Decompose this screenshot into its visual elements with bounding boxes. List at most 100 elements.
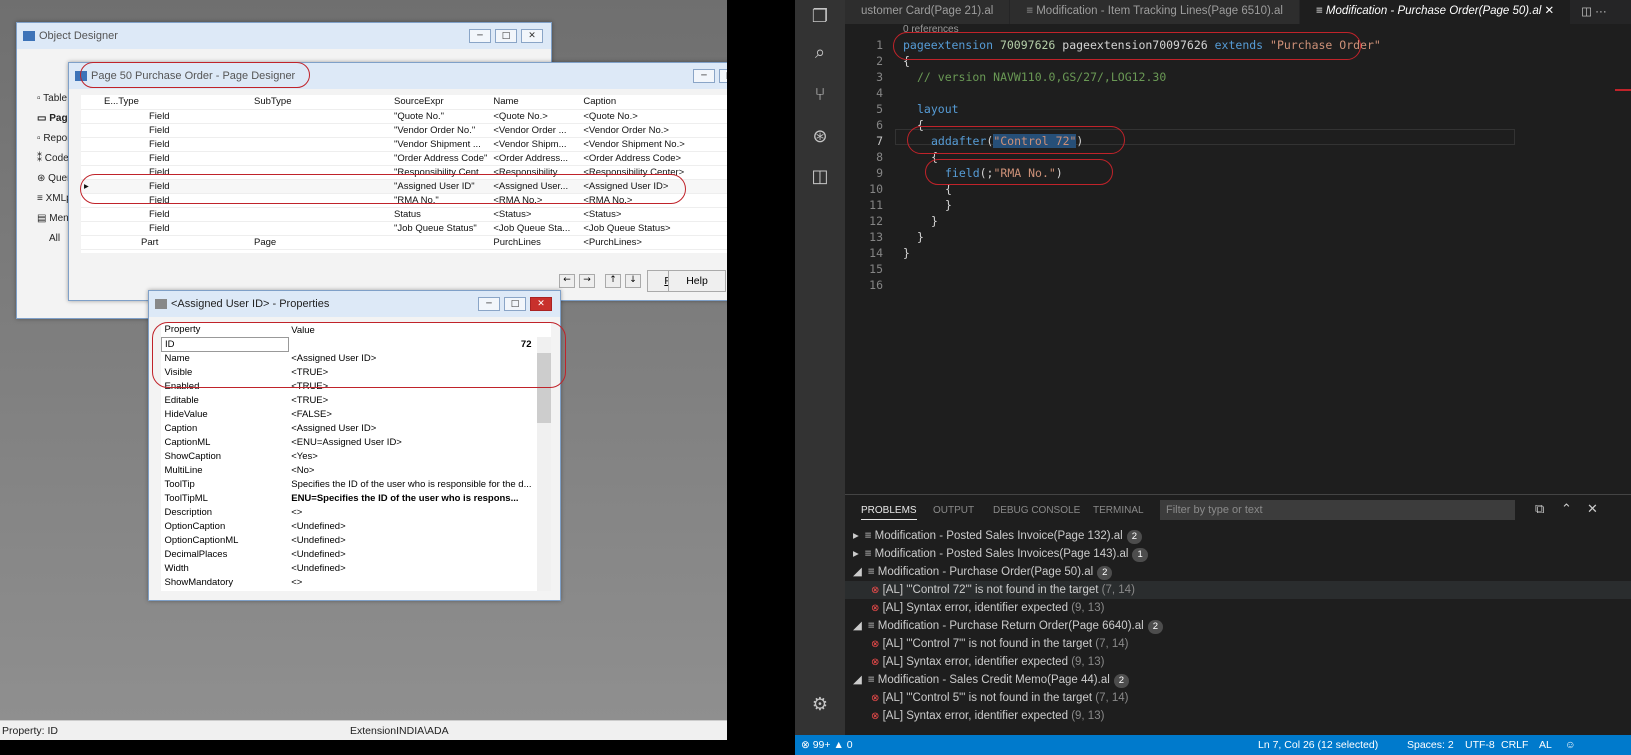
problems-filter-input[interactable]: Filter by type or text [1160, 500, 1515, 520]
cursor-position[interactable]: Ln 7, Col 26 (12 selected) [1258, 735, 1378, 755]
split-editor-icon[interactable]: ◫ ··· [1571, 0, 1617, 24]
tab-output[interactable]: OUTPUT [933, 505, 974, 516]
property-row[interactable]: Visible <TRUE> [162, 365, 535, 379]
property-row[interactable]: ToolTipML ENU=Specifies the ID of the use… [162, 491, 535, 505]
line-number: 11 [869, 198, 883, 212]
debug-icon[interactable]: ⊛ [809, 126, 831, 148]
tab-terminal[interactable]: TERMINAL [1093, 505, 1144, 516]
close-button[interactable]: ✕ [530, 297, 552, 311]
property-row[interactable]: Caption <Assigned User ID> [162, 421, 535, 435]
maximize-button[interactable]: □ [495, 29, 517, 43]
language-mode[interactable]: AL [1539, 735, 1552, 755]
tab-customer-card[interactable]: ustomer Card(Page 21).al [845, 0, 1011, 24]
problem-item[interactable]: ⊗ [AL] '"Control 7"' is not found in the… [845, 635, 1631, 653]
help-button[interactable]: Help [668, 270, 726, 292]
problem-group[interactable]: ◢ ≡ Modification - Sales Credit Memo(Page… [845, 671, 1631, 689]
overview-ruler-marker [1615, 89, 1631, 91]
control-row[interactable]: Part Page PurchLines <PurchLines> [81, 235, 727, 250]
problem-item[interactable]: ⊗ [AL] Syntax error, identifier expected… [845, 653, 1631, 671]
control-row[interactable]: Field Status <Status> <Status> [81, 207, 727, 222]
maximize-button[interactable]: □ [504, 297, 526, 311]
property-row-id[interactable]: ID 72 [161, 336, 535, 352]
property-row[interactable]: Enabled <TRUE> [162, 379, 535, 393]
collapse-icon: ◢ [853, 620, 862, 632]
line-number: 2 [876, 54, 883, 68]
nav-designer-screenshot: Object Designer ─ □ ✕ ▫ Table ▭ Page ▫ Rep… [0, 0, 727, 740]
minimize-button[interactable]: ─ [693, 69, 715, 83]
app-icon [23, 31, 35, 41]
property-row[interactable]: MultiLine <No> [162, 463, 535, 477]
control-row[interactable]: Field "Vendor Order No." <Vendor Order ...… [81, 123, 727, 138]
property-row[interactable]: DecimalPlaces <Undefined> [162, 547, 535, 561]
feedback-smiley-icon[interactable]: ☺ [1565, 735, 1576, 755]
problems-count[interactable]: ⊗ 99+ ▲ 0 [801, 735, 853, 755]
property-row[interactable]: ShowCaption <Yes> [162, 449, 535, 463]
code-line: } [903, 246, 910, 260]
control-row[interactable]: Field "Responsibility Cent... <Responsibil… [81, 165, 727, 180]
property-row[interactable]: Description <> [162, 505, 535, 519]
panel-tabs: PROBLEMS OUTPUT DEBUG CONSOLE TERMINAL F… [845, 495, 1631, 525]
move-left-button[interactable]: ← [559, 274, 575, 288]
close-panel-icon[interactable]: ✕ [1587, 501, 1598, 517]
problem-item[interactable]: ⊗ [AL] '"Control 5"' is not found in the… [845, 689, 1631, 707]
line-number: 3 [876, 70, 883, 84]
error-icon: ⊗ [871, 639, 880, 650]
collapse-all-icon[interactable]: ⧉ [1535, 501, 1544, 517]
control-row-selected[interactable]: ▸ Field "Assigned User ID" <Assigned User..… [81, 179, 727, 194]
tab-debug-console[interactable]: DEBUG CONSOLE [993, 505, 1080, 516]
control-row[interactable]: Field "Order Address Code" <Order Address.… [81, 151, 727, 166]
source-control-icon[interactable]: ⑂ [809, 84, 831, 106]
control-row[interactable]: Field "Quote No." <Quote No.> <Quote No.> [81, 109, 727, 124]
explorer-icon[interactable]: ❐ [809, 6, 831, 28]
problem-item[interactable]: ⊗ [AL] Syntax error, identifier expected… [845, 707, 1631, 725]
move-down-button[interactable]: ↓ [625, 274, 641, 288]
problem-item[interactable]: ⊗ [AL] '"Control 72"' is not found in th… [845, 581, 1631, 599]
move-right-button[interactable]: → [579, 274, 595, 288]
tab-problems[interactable]: PROBLEMS [861, 505, 917, 520]
control-row[interactable]: Field "Vendor Shipment ... <Vendor Shipm..… [81, 137, 727, 152]
maximize-panel-icon[interactable]: ⌃ [1561, 501, 1572, 517]
maximize-button[interactable]: □ [719, 69, 727, 83]
tab-purchase-order[interactable]: ≡ Modification - Purchase Order(Page 50)… [1299, 0, 1572, 24]
problem-item[interactable]: ⊗ [AL] Syntax error, identifier expected… [845, 599, 1631, 617]
property-row[interactable]: HideValue <FALSE> [162, 407, 535, 421]
problem-group[interactable]: ◢ ≡ Modification - Purchase Return Order(… [845, 617, 1631, 635]
close-button[interactable]: ✕ [521, 29, 543, 43]
code-editor[interactable]: 0 references 1 pageextension 70097626 pa… [845, 24, 1631, 494]
close-tab-icon[interactable]: ✕ [1544, 5, 1554, 17]
settings-gear-icon[interactable]: ⚙ [809, 694, 831, 716]
property-row[interactable]: Editable <TRUE> [162, 393, 535, 407]
property-row[interactable]: Name <Assigned User ID> [162, 351, 535, 365]
error-icon: ⊗ [871, 711, 880, 722]
search-icon[interactable]: ⌕ [809, 42, 831, 64]
line-number: 7 [876, 134, 883, 148]
problem-group[interactable]: ▸ ≡ Modification - Posted Sales Invoices(… [845, 545, 1631, 563]
property-row[interactable]: Width <Undefined> [162, 561, 535, 575]
property-row[interactable]: ShowMandatory <> [162, 575, 535, 589]
encoding[interactable]: UTF-8 [1465, 735, 1495, 755]
line-number: 10 [869, 182, 883, 196]
scrollbar-thumb[interactable] [537, 353, 551, 423]
vertical-scrollbar[interactable] [537, 337, 551, 591]
minimize-button[interactable]: ─ [469, 29, 491, 43]
property-row[interactable]: OptionCaptionML <Undefined> [162, 533, 535, 547]
codelens-references[interactable]: 0 references [903, 24, 959, 35]
tab-item-tracking-lines[interactable]: ≡ Modification - Item Tracking Lines(Pag… [1010, 0, 1300, 24]
bottom-panel: PROBLEMS OUTPUT DEBUG CONSOLE TERMINAL F… [845, 494, 1631, 735]
extensions-icon[interactable]: ◫ [809, 166, 831, 188]
line-number: 13 [869, 230, 883, 244]
minimize-button[interactable]: ─ [478, 297, 500, 311]
indentation[interactable]: Spaces: 2 [1407, 735, 1454, 755]
problem-group[interactable]: ◢ ≡ Modification - Purchase Order(Page 50… [845, 563, 1631, 581]
problem-group[interactable]: ▸ ≡ Modification - Posted Sales Invoice(P… [845, 527, 1631, 545]
properties-grid: Property Value ID 72 Name <Assigned User ID… [161, 323, 551, 591]
page-designer-titlebar[interactable]: Page 50 Purchase Order - Page Designer [69, 63, 727, 89]
property-row[interactable]: OptionCaption <Undefined> [162, 519, 535, 533]
line-ending[interactable]: CRLF [1501, 735, 1528, 755]
control-row[interactable]: Field "Job Queue Status" <Job Queue Sta...… [81, 221, 727, 236]
property-row[interactable]: ToolTip Specifies the ID of the user who … [162, 477, 535, 491]
line-number: 14 [869, 246, 883, 260]
control-row[interactable]: Field "RMA No." <RMA No.> <RMA No.> [81, 193, 727, 208]
property-row[interactable]: CaptionML <ENU=Assigned User ID> [162, 435, 535, 449]
move-up-button[interactable]: ↑ [605, 274, 621, 288]
